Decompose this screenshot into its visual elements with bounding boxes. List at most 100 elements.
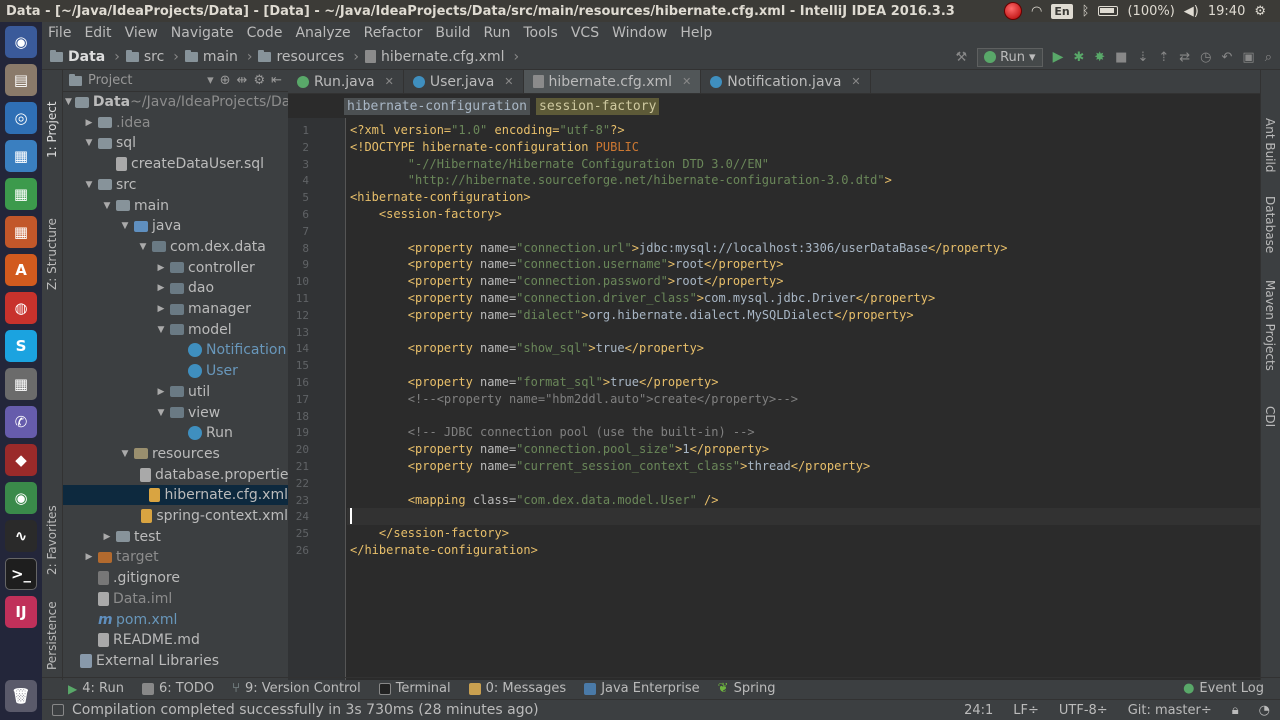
menu-tools[interactable]: Tools (523, 25, 558, 41)
tab-persistence[interactable]: Persistence (45, 601, 59, 670)
code-line[interactable]: "http://hibernate.sourceforge.net/hibern… (350, 172, 892, 189)
code-line[interactable]: <session-factory> (350, 206, 502, 223)
menu-window[interactable]: Window (612, 25, 667, 41)
tab-event-log[interactable]: ● Event Log (1183, 681, 1264, 696)
tree-item[interactable]: ▶ manager (63, 299, 288, 319)
tree-item[interactable]: Run (63, 423, 288, 443)
dash-icon[interactable]: ◉ (5, 26, 37, 58)
tab-favorites[interactable]: 2: Favorites (45, 505, 59, 575)
breadcrumb-file[interactable]: hibernate.cfg.xml › (364, 49, 519, 65)
software-center-icon[interactable]: A (5, 254, 37, 286)
vcs-update-icon[interactable]: ⇣ (1137, 50, 1148, 65)
collapse-all-icon[interactable]: ⇹ (237, 73, 248, 88)
line-separator[interactable]: LF÷ (1013, 703, 1039, 718)
tree-item[interactable]: spring-context.xml (63, 506, 288, 526)
tab-ant-build[interactable]: Ant Build (1263, 118, 1277, 172)
code-line[interactable]: <!--<property name="hbm2ddl.auto">create… (350, 391, 798, 408)
tree-item[interactable]: ▶ .idea (63, 113, 288, 133)
tree-item[interactable]: ▼ sql (63, 133, 288, 153)
code-line[interactable]: <property name="connection.pool_size">1<… (350, 441, 769, 458)
tree-item[interactable]: ▶ dao (63, 278, 288, 298)
chrome-icon[interactable]: ◎ (5, 102, 37, 134)
toggle-tool-windows-icon[interactable] (52, 704, 64, 716)
expand-right-icon[interactable]: ▶ (83, 552, 95, 562)
opera-icon[interactable]: ◍ (5, 292, 37, 324)
menu-view[interactable]: View (125, 25, 158, 41)
tree-item[interactable]: ▶ test (63, 527, 288, 547)
skype-icon[interactable]: S (5, 330, 37, 362)
stop-icon[interactable]: ■ (1115, 50, 1127, 65)
tree-item[interactable]: .gitignore (63, 568, 288, 588)
menu-help[interactable]: Help (680, 25, 712, 41)
history-icon[interactable]: ◷ (1200, 50, 1211, 65)
tree-item[interactable]: Data.iml (63, 589, 288, 609)
code-line[interactable]: <hibernate-configuration> (350, 189, 531, 206)
expand-down-icon[interactable]: ▼ (83, 138, 95, 148)
code-line[interactable]: <property name="dialect">org.hibernate.d… (350, 307, 914, 324)
scroll-from-source-icon[interactable]: ⊕ (220, 73, 231, 88)
expand-right-icon[interactable]: ▶ (101, 532, 113, 542)
expand-right-icon[interactable]: ▶ (83, 118, 95, 128)
menu-code[interactable]: Code (247, 25, 283, 41)
git-branch[interactable]: Git: master÷ (1128, 703, 1212, 718)
code-line[interactable]: </session-factory> (350, 525, 509, 542)
code-line[interactable]: <mapping class="com.dex.data.model.User"… (350, 492, 719, 509)
hide-panel-icon[interactable]: ⇤ (271, 73, 282, 88)
code-line[interactable]: </hibernate-configuration> (350, 542, 538, 559)
settings-gear-icon[interactable]: ⚙ (1254, 4, 1266, 19)
menu-file[interactable]: File (48, 25, 71, 41)
battery-icon[interactable] (1098, 6, 1119, 16)
menu-analyze[interactable]: Analyze (295, 25, 350, 41)
tree-item[interactable]: createDataUser.sql (63, 154, 288, 174)
record-icon[interactable] (1003, 2, 1022, 20)
calculator-icon[interactable]: ▦ (5, 368, 37, 400)
calc-icon[interactable]: ▦ (5, 178, 37, 210)
breadcrumb-data[interactable]: Data › (50, 49, 120, 65)
expand-down-icon[interactable]: ▼ (155, 408, 167, 418)
status-message[interactable]: Compilation completed successfully in 3s… (72, 702, 539, 718)
file-encoding[interactable]: UTF-8÷ (1059, 703, 1108, 718)
tree-item[interactable]: ▶ target (63, 547, 288, 567)
tree-item[interactable]: ▼ model (63, 320, 288, 340)
run-config-select[interactable]: Run ▾ (977, 47, 1043, 67)
tab-messages[interactable]: 0: Messages (468, 681, 566, 696)
trash-icon[interactable]: 🗑 (5, 680, 37, 712)
menu-run[interactable]: Run (484, 25, 511, 41)
code-line[interactable]: <property name="show_sql">true</property… (350, 340, 704, 357)
expand-down-icon[interactable]: ▼ (83, 180, 95, 190)
run-icon[interactable]: ▶ (1053, 49, 1064, 65)
revert-icon[interactable]: ↶ (1222, 50, 1233, 65)
expand-right-icon[interactable]: ▶ (155, 283, 167, 293)
impress-icon[interactable]: ▦ (5, 216, 37, 248)
vcs-commit-icon[interactable]: ⇡ (1158, 50, 1169, 65)
tab-java-enterprise[interactable]: Java Enterprise (584, 681, 700, 696)
terminal-icon[interactable]: >_ (5, 558, 37, 590)
files-icon[interactable]: ▤ (5, 64, 37, 96)
vcs-compare-icon[interactable]: ⇄ (1179, 50, 1190, 65)
code-line[interactable]: <!-- JDBC connection pool (use the built… (350, 424, 755, 441)
expand-down-icon[interactable]: ▼ (119, 449, 131, 459)
wifi-icon[interactable]: ◠ (1031, 4, 1042, 19)
code-line[interactable]: <property name="connection.url">jdbc:mys… (350, 240, 1008, 257)
intellij-icon[interactable]: IJ (5, 596, 37, 628)
close-icon[interactable]: ✕ (682, 75, 691, 88)
code-line[interactable]: <!DOCTYPE hibernate-configuration PUBLIC (350, 139, 639, 156)
breadcrumb-src[interactable]: src › (125, 49, 179, 65)
tab-database[interactable]: Database (1263, 196, 1277, 253)
editor-tab[interactable]: hibernate.cfg.xml ✕ (523, 70, 702, 93)
expand-down-icon[interactable]: ▼ (155, 325, 167, 335)
close-icon[interactable]: ✕ (851, 75, 860, 88)
code-line[interactable]: <property name="connection.username">roo… (350, 256, 784, 273)
tab-version-control[interactable]: ⑂ 9: Version Control (232, 681, 361, 696)
code-editor[interactable]: 1 2 3 4 5 6 7 8 9 10 11 12 13 14 15 16 17 18 19 20 21 22 23 24 2… (288, 118, 1260, 680)
update-icon[interactable]: ◉ (5, 482, 37, 514)
xml-crumb-hibernate-configuration[interactable]: hibernate-configuration (344, 97, 531, 115)
clock[interactable]: 19:40 (1208, 4, 1245, 19)
menu-build[interactable]: Build (435, 25, 470, 41)
tree-item[interactable]: External Libraries (63, 651, 288, 671)
tree-item[interactable]: ▶ controller (63, 258, 288, 278)
tab-project[interactable]: 1: Project (45, 101, 59, 158)
editor-tab[interactable]: User.java ✕ (404, 70, 524, 93)
tree-item[interactable]: database.properties (63, 465, 296, 485)
tab-run[interactable]: ▶ 4: Run (68, 681, 124, 696)
